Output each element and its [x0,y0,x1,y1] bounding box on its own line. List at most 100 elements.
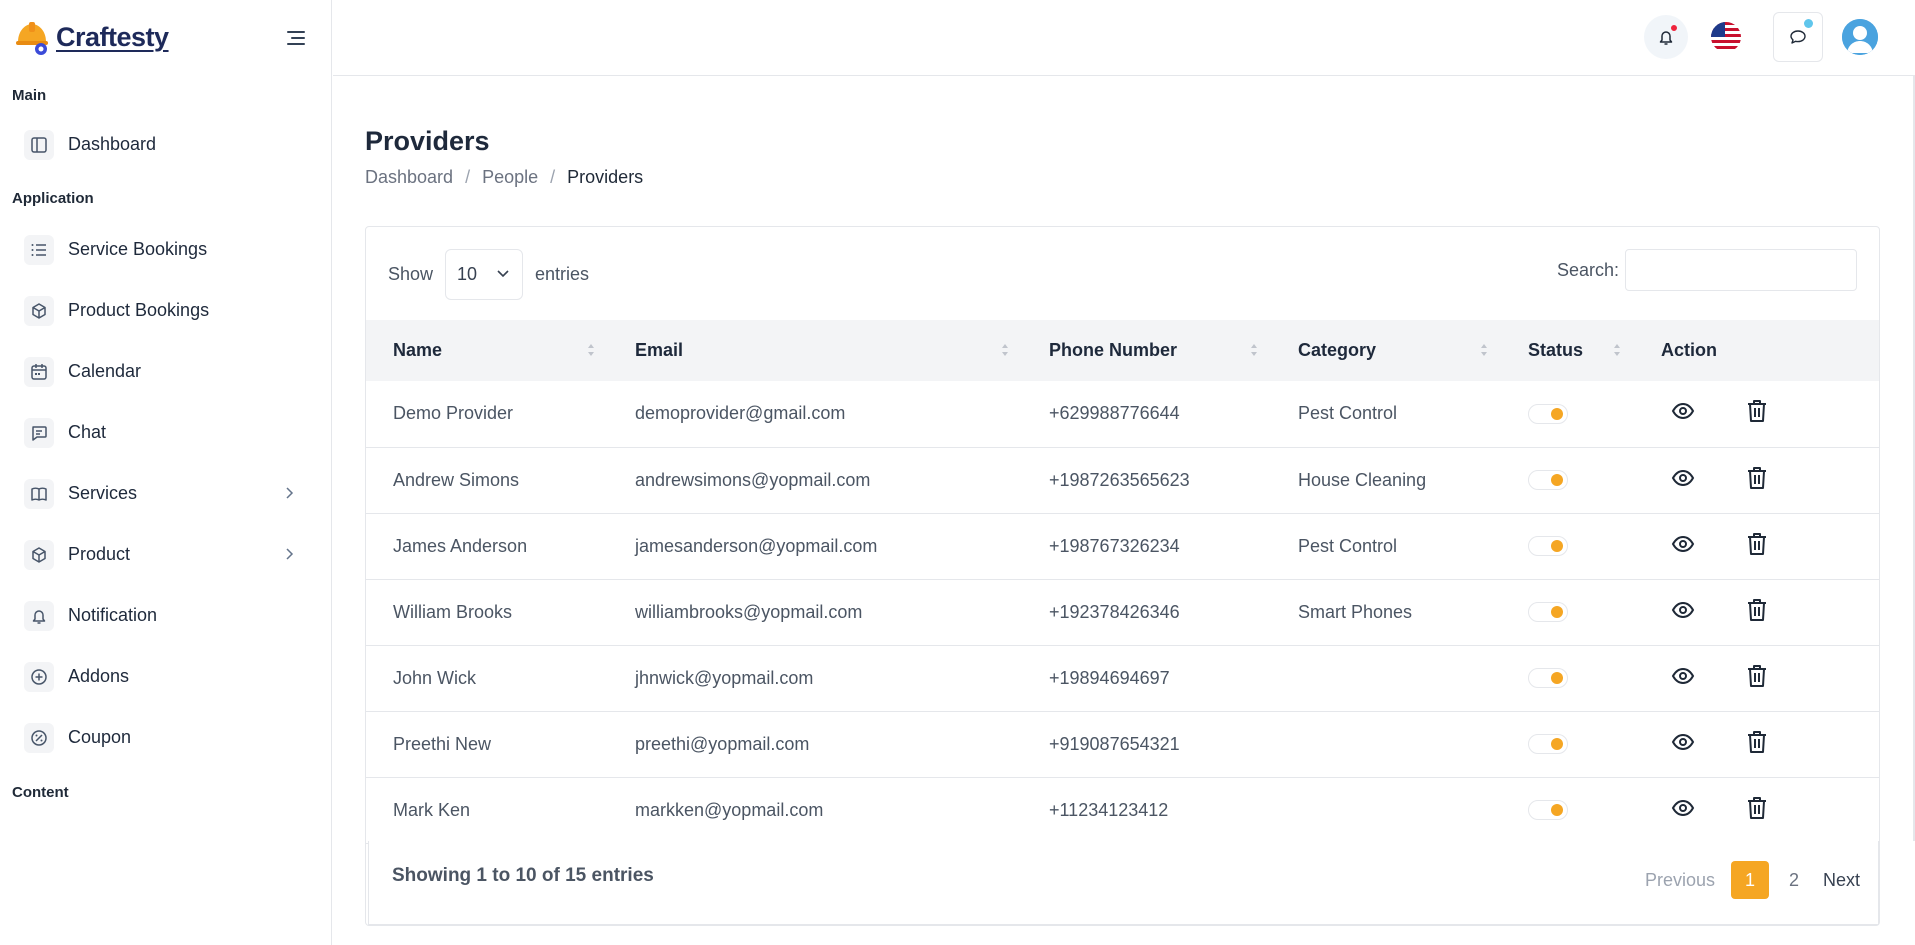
sidebar-item-notification[interactable]: Notification [0,585,331,646]
view-eye-icon[interactable] [1671,664,1695,688]
provider-email: williambrooks@yopmail.com [635,601,863,622]
column-header-phone[interactable]: Phone Number [1022,320,1271,381]
pagination-previous[interactable]: Previous [1645,870,1715,891]
search-label: Search: [1556,259,1619,280]
sidebar-item-label: Services [68,483,138,503]
table-row: William Brooks williambrooks@yopmail.com +… [366,579,1879,645]
pagination-page-2[interactable]: 2 [1789,870,1799,891]
provider-category: Smart Phones [1298,601,1413,622]
breadcrumb-dashboard[interactable]: Dashboard [365,167,453,188]
pagination-info: Showing 1 to 10 of 15 entries [392,865,654,886]
provider-name: Andrew Simons [393,469,520,490]
provider-email: jamesanderson@yopmail.com [635,535,878,556]
search-input[interactable] [1625,249,1857,291]
provider-name: William Brooks [393,601,513,622]
status-toggle[interactable] [1528,403,1568,424]
column-header-status[interactable]: Status [1501,320,1634,381]
box-icon [24,539,54,570]
delete-trash-icon[interactable] [1745,532,1769,556]
status-toggle[interactable] [1528,668,1568,688]
list-icon [24,234,54,265]
sidebar-item-calendar[interactable]: Calendar [0,341,331,402]
status-toggle[interactable] [1528,734,1568,754]
sidebar-item-product[interactable]: Product [0,524,331,585]
column-header-email[interactable]: Email [608,320,1022,381]
sidebar: Craftesty Main Dashboard Application Ser… [0,0,332,945]
page-title: Providers [365,126,490,156]
view-eye-icon[interactable] [1671,532,1695,556]
sidebar-item-addons[interactable]: Addons [0,646,331,707]
sidebar-item-label: Product Bookings [68,300,210,320]
chevron-right-icon [283,547,295,561]
action-cell [1634,579,1879,645]
table-row: Demo Provider demoprovider@gmail.com +6299… [366,381,1879,447]
view-eye-icon[interactable] [1671,399,1695,423]
status-toggle[interactable] [1528,800,1568,820]
sidebar-item-chat[interactable]: Chat [0,402,331,463]
provider-name: John Wick [393,667,477,688]
breadcrumb-people[interactable]: People [482,167,538,188]
provider-email: demoprovider@gmail.com [635,403,846,424]
messages-button[interactable] [1773,12,1823,62]
column-label: Category [1298,340,1377,360]
provider-phone: +919087654321 [1049,733,1180,754]
action-cell [1634,513,1879,579]
provider-email: jhnwick@yopmail.com [635,667,814,688]
provider-category [1271,711,1501,777]
entries-per-page-select[interactable]: 10 [445,249,524,300]
section-title-main: Main [12,87,47,104]
column-header-category[interactable]: Category [1271,320,1501,381]
brand-name: Craftesty [56,22,169,52]
view-eye-icon[interactable] [1671,796,1695,820]
sidebar-item-label: Notification [68,605,158,625]
user-icon [1842,19,1878,55]
status-toggle[interactable] [1528,602,1568,622]
entries-select-value: 10 [457,264,478,284]
sidebar-item-services[interactable]: Services [0,463,331,524]
sidebar-item-label: Chat [68,422,107,442]
delete-trash-icon[interactable] [1745,466,1769,490]
user-avatar[interactable] [1842,19,1878,55]
language-flag-button[interactable] [1711,22,1741,52]
provider-name: Preethi New [393,733,492,754]
book-icon [24,478,54,509]
table-body: Demo Provider demoprovider@gmail.com +6299… [366,381,1879,843]
sidebar-item-service-bookings[interactable]: Service Bookings [0,219,331,280]
delete-trash-icon[interactable] [1745,399,1769,423]
layout-icon [24,129,54,160]
menu-toggle-icon[interactable] [285,27,307,49]
toggle-knob [1551,474,1563,486]
sort-icon [1002,344,1008,356]
toggle-knob [1551,606,1563,618]
view-eye-icon[interactable] [1671,598,1695,622]
chevron-down-icon [497,270,509,278]
sidebar-item-label: Calendar [68,361,142,381]
status-toggle[interactable] [1528,536,1568,556]
sidebar-item-dashboard[interactable]: Dashboard [0,114,331,175]
notification-button[interactable] [1644,15,1688,59]
brand-logo[interactable]: Craftesty [14,20,169,56]
status-toggle[interactable] [1528,470,1568,490]
action-cell [1634,381,1879,447]
view-eye-icon[interactable] [1671,466,1695,490]
plus-circle-icon [24,661,54,692]
column-header-name[interactable]: Name [366,320,608,381]
provider-phone: +19894694697 [1049,667,1170,688]
status-cell [1501,579,1634,645]
delete-trash-icon[interactable] [1745,796,1769,820]
status-cell [1501,447,1634,513]
column-header-action: Action [1634,320,1879,381]
sidebar-item-coupon[interactable]: Coupon [0,707,331,768]
table-footer: Showing 1 to 10 of 15 entries Previous 1… [368,841,1879,925]
pagination-next[interactable]: Next [1823,870,1860,891]
action-cell [1634,711,1879,777]
delete-trash-icon[interactable] [1745,598,1769,622]
sidebar-item-label: Coupon [68,727,132,747]
status-cell [1501,711,1634,777]
pagination-page-1[interactable]: 1 [1730,861,1769,899]
view-eye-icon[interactable] [1671,730,1695,754]
breadcrumb-separator: / [550,167,556,187]
sidebar-item-product-bookings[interactable]: Product Bookings [0,280,331,341]
delete-trash-icon[interactable] [1745,730,1769,754]
delete-trash-icon[interactable] [1745,664,1769,688]
